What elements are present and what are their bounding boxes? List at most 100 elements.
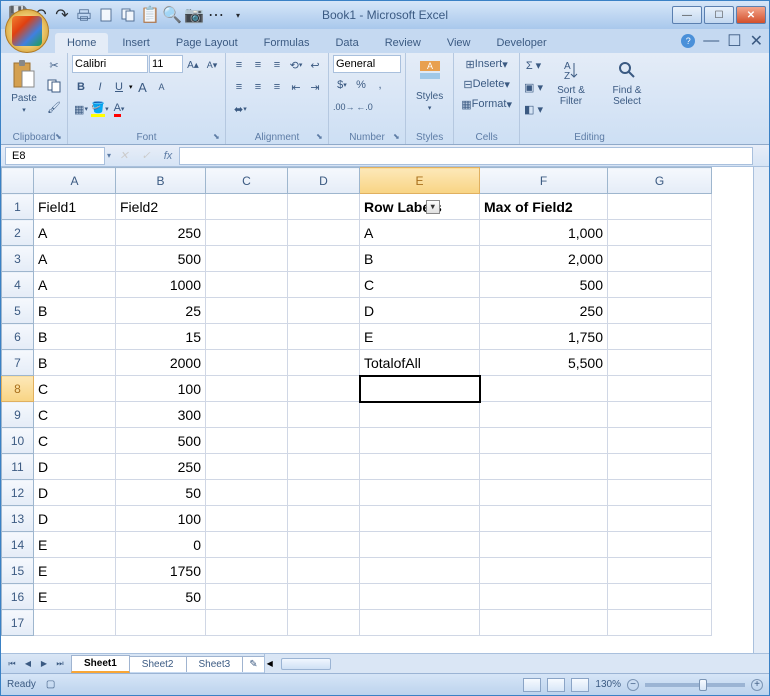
- decrease-font-icon[interactable]: A: [153, 77, 171, 97]
- cell-E16[interactable]: [360, 584, 480, 610]
- filter-dropdown-icon[interactable]: ▾: [426, 200, 440, 214]
- cell-A7[interactable]: B: [34, 350, 116, 376]
- col-header-F[interactable]: F: [480, 168, 608, 194]
- row-header-5[interactable]: 5: [2, 298, 34, 324]
- insert-cells-button[interactable]: ⊞ Insert ▾: [458, 55, 515, 73]
- cell-E3[interactable]: B: [360, 246, 480, 272]
- prev-sheet-icon[interactable]: ◀: [21, 657, 35, 671]
- zoom-in-button[interactable]: +: [751, 679, 763, 691]
- cell-E9[interactable]: [360, 402, 480, 428]
- fill-button[interactable]: ▣ ▾: [524, 77, 543, 97]
- cell-A10[interactable]: C: [34, 428, 116, 454]
- cell-E15[interactable]: [360, 558, 480, 584]
- cell-G17[interactable]: [608, 610, 712, 636]
- paste-icon[interactable]: 📋: [141, 6, 159, 24]
- copy-button[interactable]: [45, 76, 63, 96]
- sheet-tab-2[interactable]: Sheet2: [129, 656, 187, 672]
- cell-G1[interactable]: [608, 194, 712, 220]
- cell-A8[interactable]: C: [34, 376, 116, 402]
- maximize-button[interactable]: ☐: [704, 6, 734, 24]
- sheet-tab-3[interactable]: Sheet3: [186, 656, 244, 672]
- cell-G13[interactable]: [608, 506, 712, 532]
- cell-F16[interactable]: [480, 584, 608, 610]
- cell-G14[interactable]: [608, 532, 712, 558]
- underline-button[interactable]: U: [110, 77, 128, 97]
- cell-G5[interactable]: [608, 298, 712, 324]
- cell-B2[interactable]: 250: [116, 220, 206, 246]
- cell-E8[interactable]: [360, 376, 480, 402]
- cell-G15[interactable]: [608, 558, 712, 584]
- cell-E11[interactable]: [360, 454, 480, 480]
- col-header-G[interactable]: G: [608, 168, 712, 194]
- cell-C8[interactable]: [206, 376, 288, 402]
- cell-A11[interactable]: D: [34, 454, 116, 480]
- fill-color-button[interactable]: 🪣▾: [91, 99, 109, 119]
- col-header-C[interactable]: C: [206, 168, 288, 194]
- format-cells-button[interactable]: ▦ Format ▾: [458, 95, 515, 113]
- row-header-6[interactable]: 6: [2, 324, 34, 350]
- cancel-icon[interactable]: ✕: [115, 147, 133, 165]
- cell-D3[interactable]: [288, 246, 360, 272]
- cell-E14[interactable]: [360, 532, 480, 558]
- fx-icon[interactable]: fx: [159, 147, 177, 165]
- cell-E5[interactable]: D: [360, 298, 480, 324]
- name-box[interactable]: E8: [5, 147, 105, 165]
- wrap-text-button[interactable]: ↩: [306, 55, 324, 75]
- cell-A15[interactable]: E: [34, 558, 116, 584]
- col-header-A[interactable]: A: [34, 168, 116, 194]
- row-header-4[interactable]: 4: [2, 272, 34, 298]
- zoom-out-button[interactable]: −: [627, 679, 639, 691]
- new-sheet-icon[interactable]: ✎: [242, 656, 264, 672]
- cell-G9[interactable]: [608, 402, 712, 428]
- cell-F13[interactable]: [480, 506, 608, 532]
- cell-F17[interactable]: [480, 610, 608, 636]
- cell-B13[interactable]: 100: [116, 506, 206, 532]
- cell-E7[interactable]: TotalofAll: [360, 350, 480, 376]
- cell-F1[interactable]: Max of Field2: [480, 194, 608, 220]
- cell-B14[interactable]: 0: [116, 532, 206, 558]
- cell-A3[interactable]: A: [34, 246, 116, 272]
- select-all[interactable]: [2, 168, 34, 194]
- cell-C2[interactable]: [206, 220, 288, 246]
- close-button[interactable]: ✕: [736, 6, 766, 24]
- office-button[interactable]: [5, 9, 49, 53]
- cell-G10[interactable]: [608, 428, 712, 454]
- first-sheet-icon[interactable]: ⏮: [5, 657, 19, 671]
- cell-D16[interactable]: [288, 584, 360, 610]
- cell-D8[interactable]: [288, 376, 360, 402]
- cell-D6[interactable]: [288, 324, 360, 350]
- doc-minimize-icon[interactable]: —: [703, 32, 719, 50]
- page-break-view-button[interactable]: [571, 678, 589, 692]
- increase-indent-button[interactable]: ⇥: [306, 77, 324, 97]
- cell-B11[interactable]: 250: [116, 454, 206, 480]
- font-size-combo[interactable]: 11: [149, 55, 183, 73]
- cell-E17[interactable]: [360, 610, 480, 636]
- cell-C12[interactable]: [206, 480, 288, 506]
- align-bottom-button[interactable]: ≡: [268, 55, 286, 75]
- cell-C16[interactable]: [206, 584, 288, 610]
- shrink-font-button[interactable]: A▾: [203, 55, 221, 75]
- tab-review[interactable]: Review: [373, 33, 433, 53]
- comma-button[interactable]: ,: [371, 75, 389, 95]
- cell-C11[interactable]: [206, 454, 288, 480]
- cell-B3[interactable]: 500: [116, 246, 206, 272]
- more-icon[interactable]: ⋯: [207, 6, 225, 24]
- page-layout-view-button[interactable]: [547, 678, 565, 692]
- row-header-11[interactable]: 11: [2, 454, 34, 480]
- cell-F6[interactable]: 1,750: [480, 324, 608, 350]
- cell-F10[interactable]: [480, 428, 608, 454]
- cell-D10[interactable]: [288, 428, 360, 454]
- minimize-button[interactable]: —: [672, 6, 702, 24]
- cell-B9[interactable]: 300: [116, 402, 206, 428]
- font-name-combo[interactable]: Calibri: [72, 55, 148, 73]
- cell-E13[interactable]: [360, 506, 480, 532]
- cell-A2[interactable]: A: [34, 220, 116, 246]
- cell-E10[interactable]: [360, 428, 480, 454]
- cell-C1[interactable]: [206, 194, 288, 220]
- cell-E2[interactable]: A: [360, 220, 480, 246]
- paste-button[interactable]: Paste ▾: [5, 55, 43, 118]
- cell-D1[interactable]: [288, 194, 360, 220]
- cell-A17[interactable]: [34, 610, 116, 636]
- row-header-9[interactable]: 9: [2, 402, 34, 428]
- grid[interactable]: ABCDEFG1Field1Field2Row Labels▾Max of Fi…: [1, 167, 753, 653]
